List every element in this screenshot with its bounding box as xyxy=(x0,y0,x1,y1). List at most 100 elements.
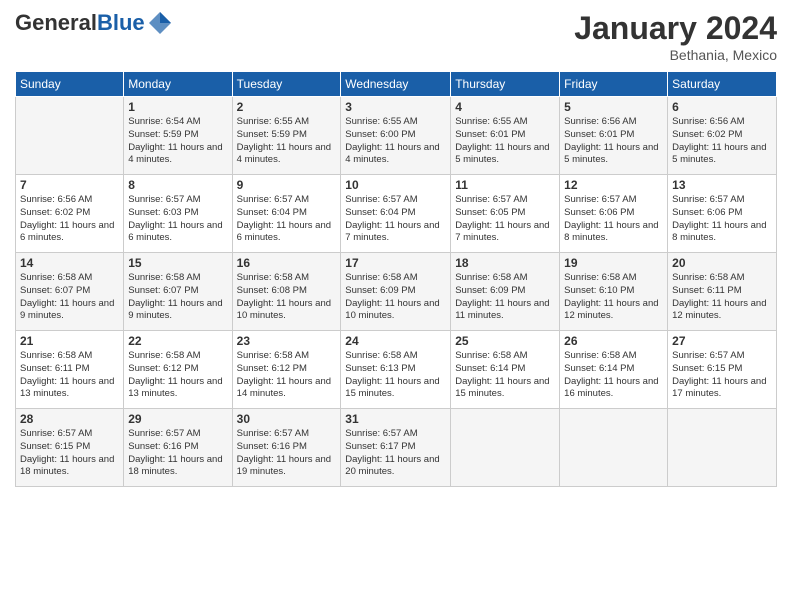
calendar-week-1: 7 Sunrise: 6:56 AM Sunset: 6:02 PM Daylig… xyxy=(16,175,777,253)
header-thursday: Thursday xyxy=(451,72,560,97)
day-info: Sunrise: 6:57 AM Sunset: 6:16 PM Dayligh… xyxy=(237,428,337,479)
day-number: 23 xyxy=(237,334,337,348)
day-number: 3 xyxy=(345,100,446,114)
day-number: 9 xyxy=(237,178,337,192)
header-tuesday: Tuesday xyxy=(232,72,341,97)
day-number: 8 xyxy=(128,178,227,192)
day-number: 21 xyxy=(20,334,119,348)
day-number: 28 xyxy=(20,412,119,426)
day-info: Sunrise: 6:58 AM Sunset: 6:11 PM Dayligh… xyxy=(20,350,119,401)
day-info: Sunrise: 6:57 AM Sunset: 6:03 PM Dayligh… xyxy=(128,194,227,245)
day-number: 5 xyxy=(564,100,663,114)
title-block: January 2024 Bethania, Mexico xyxy=(574,10,777,63)
calendar-cell: 12Sunrise: 6:57 AM Sunset: 6:06 PM Dayli… xyxy=(560,175,668,253)
logo-blue-text: Blue xyxy=(97,10,145,35)
calendar-cell: 14 Sunrise: 6:58 AM Sunset: 6:07 PM Dayli… xyxy=(16,253,124,331)
day-info: Sunrise: 6:57 AM Sunset: 6:04 PM Dayligh… xyxy=(237,194,337,245)
day-info: Sunrise: 6:58 AM Sunset: 6:09 PM Dayligh… xyxy=(345,272,446,323)
day-number: 17 xyxy=(345,256,446,270)
day-number: 30 xyxy=(237,412,337,426)
day-number: 11 xyxy=(455,178,555,192)
day-info: Sunrise: 6:58 AM Sunset: 6:13 PM Dayligh… xyxy=(345,350,446,401)
header-saturday: Saturday xyxy=(668,72,777,97)
calendar-cell: 24 Sunrise: 6:58 AM Sunset: 6:13 PM Dayli… xyxy=(341,331,451,409)
day-info: Sunrise: 6:58 AM Sunset: 6:14 PM Dayligh… xyxy=(564,350,663,401)
calendar-table: Sunday Monday Tuesday Wednesday Thursday… xyxy=(15,71,777,487)
day-number: 27 xyxy=(672,334,772,348)
calendar-week-2: 14 Sunrise: 6:58 AM Sunset: 6:07 PM Dayli… xyxy=(16,253,777,331)
calendar-cell: 21 Sunrise: 6:58 AM Sunset: 6:11 PM Dayli… xyxy=(16,331,124,409)
day-number: 25 xyxy=(455,334,555,348)
day-info: Sunrise: 6:57 AM Sunset: 6:05 PM Dayligh… xyxy=(455,194,555,245)
day-number: 6 xyxy=(672,100,772,114)
day-number: 4 xyxy=(455,100,555,114)
day-info: Sunrise: 6:56 AM Sunset: 6:02 PM Dayligh… xyxy=(672,116,772,167)
day-number: 1 xyxy=(128,100,227,114)
calendar-cell: 29Sunrise: 6:57 AM Sunset: 6:16 PM Dayli… xyxy=(124,409,232,487)
day-info: Sunrise: 6:56 AM Sunset: 6:02 PM Dayligh… xyxy=(20,194,119,245)
calendar-cell: 10Sunrise: 6:57 AM Sunset: 6:04 PM Dayli… xyxy=(341,175,451,253)
calendar-cell xyxy=(668,409,777,487)
day-number: 18 xyxy=(455,256,555,270)
weekday-row: Sunday Monday Tuesday Wednesday Thursday… xyxy=(16,72,777,97)
calendar-cell: 19Sunrise: 6:58 AM Sunset: 6:10 PM Dayli… xyxy=(560,253,668,331)
day-info: Sunrise: 6:58 AM Sunset: 6:09 PM Dayligh… xyxy=(455,272,555,323)
day-info: Sunrise: 6:57 AM Sunset: 6:16 PM Dayligh… xyxy=(128,428,227,479)
day-number: 10 xyxy=(345,178,446,192)
calendar-cell: 6 Sunrise: 6:56 AM Sunset: 6:02 PM Daylig… xyxy=(668,97,777,175)
calendar-cell: 26Sunrise: 6:58 AM Sunset: 6:14 PM Dayli… xyxy=(560,331,668,409)
day-info: Sunrise: 6:57 AM Sunset: 6:15 PM Dayligh… xyxy=(672,350,772,401)
calendar-cell xyxy=(560,409,668,487)
day-info: Sunrise: 6:57 AM Sunset: 6:17 PM Dayligh… xyxy=(345,428,446,479)
day-info: Sunrise: 6:57 AM Sunset: 6:15 PM Dayligh… xyxy=(20,428,119,479)
day-info: Sunrise: 6:56 AM Sunset: 6:01 PM Dayligh… xyxy=(564,116,663,167)
day-number: 20 xyxy=(672,256,772,270)
day-info: Sunrise: 6:55 AM Sunset: 5:59 PM Dayligh… xyxy=(237,116,337,167)
header-monday: Monday xyxy=(124,72,232,97)
day-info: Sunrise: 6:58 AM Sunset: 6:08 PM Dayligh… xyxy=(237,272,337,323)
calendar-cell: 30 Sunrise: 6:57 AM Sunset: 6:16 PM Dayli… xyxy=(232,409,341,487)
calendar-cell: 22Sunrise: 6:58 AM Sunset: 6:12 PM Dayli… xyxy=(124,331,232,409)
calendar-cell xyxy=(451,409,560,487)
day-info: Sunrise: 6:57 AM Sunset: 6:06 PM Dayligh… xyxy=(564,194,663,245)
day-info: Sunrise: 6:58 AM Sunset: 6:07 PM Dayligh… xyxy=(20,272,119,323)
calendar-cell: 27 Sunrise: 6:57 AM Sunset: 6:15 PM Dayli… xyxy=(668,331,777,409)
calendar-header: Sunday Monday Tuesday Wednesday Thursday… xyxy=(16,72,777,97)
logo: GeneralBlue xyxy=(15,10,173,36)
calendar-cell: 2Sunrise: 6:55 AM Sunset: 5:59 PM Daylig… xyxy=(232,97,341,175)
calendar-cell: 8 Sunrise: 6:57 AM Sunset: 6:03 PM Daylig… xyxy=(124,175,232,253)
calendar-cell: 17 Sunrise: 6:58 AM Sunset: 6:09 PM Dayli… xyxy=(341,253,451,331)
day-info: Sunrise: 6:58 AM Sunset: 6:11 PM Dayligh… xyxy=(672,272,772,323)
calendar-week-3: 21 Sunrise: 6:58 AM Sunset: 6:11 PM Dayli… xyxy=(16,331,777,409)
calendar-week-0: 1Sunrise: 6:54 AM Sunset: 5:59 PM Daylig… xyxy=(16,97,777,175)
day-number: 7 xyxy=(20,178,119,192)
calendar-cell: 16 Sunrise: 6:58 AM Sunset: 6:08 PM Dayli… xyxy=(232,253,341,331)
day-info: Sunrise: 6:57 AM Sunset: 6:06 PM Dayligh… xyxy=(672,194,772,245)
calendar-cell: 7 Sunrise: 6:56 AM Sunset: 6:02 PM Daylig… xyxy=(16,175,124,253)
calendar-body: 1Sunrise: 6:54 AM Sunset: 5:59 PM Daylig… xyxy=(16,97,777,487)
header-friday: Friday xyxy=(560,72,668,97)
day-number: 14 xyxy=(20,256,119,270)
day-info: Sunrise: 6:58 AM Sunset: 6:07 PM Dayligh… xyxy=(128,272,227,323)
calendar-cell: 5 Sunrise: 6:56 AM Sunset: 6:01 PM Daylig… xyxy=(560,97,668,175)
calendar-cell: 9 Sunrise: 6:57 AM Sunset: 6:04 PM Daylig… xyxy=(232,175,341,253)
day-number: 24 xyxy=(345,334,446,348)
day-info: Sunrise: 6:55 AM Sunset: 6:01 PM Dayligh… xyxy=(455,116,555,167)
calendar-cell: 1Sunrise: 6:54 AM Sunset: 5:59 PM Daylig… xyxy=(124,97,232,175)
day-number: 13 xyxy=(672,178,772,192)
header-sunday: Sunday xyxy=(16,72,124,97)
calendar-week-4: 28 Sunrise: 6:57 AM Sunset: 6:15 PM Dayli… xyxy=(16,409,777,487)
day-info: Sunrise: 6:58 AM Sunset: 6:14 PM Dayligh… xyxy=(455,350,555,401)
page-container: GeneralBlue January 2024 Bethania, Mexic… xyxy=(0,0,792,492)
calendar-cell: 28 Sunrise: 6:57 AM Sunset: 6:15 PM Dayli… xyxy=(16,409,124,487)
calendar-cell: 4 Sunrise: 6:55 AM Sunset: 6:01 PM Daylig… xyxy=(451,97,560,175)
day-info: Sunrise: 6:58 AM Sunset: 6:12 PM Dayligh… xyxy=(237,350,337,401)
logo-general-text: General xyxy=(15,10,97,35)
calendar-cell: 15Sunrise: 6:58 AM Sunset: 6:07 PM Dayli… xyxy=(124,253,232,331)
day-number: 19 xyxy=(564,256,663,270)
day-info: Sunrise: 6:55 AM Sunset: 6:00 PM Dayligh… xyxy=(345,116,446,167)
day-number: 22 xyxy=(128,334,227,348)
day-number: 16 xyxy=(237,256,337,270)
calendar-cell: 23 Sunrise: 6:58 AM Sunset: 6:12 PM Dayli… xyxy=(232,331,341,409)
location: Bethania, Mexico xyxy=(574,47,777,63)
